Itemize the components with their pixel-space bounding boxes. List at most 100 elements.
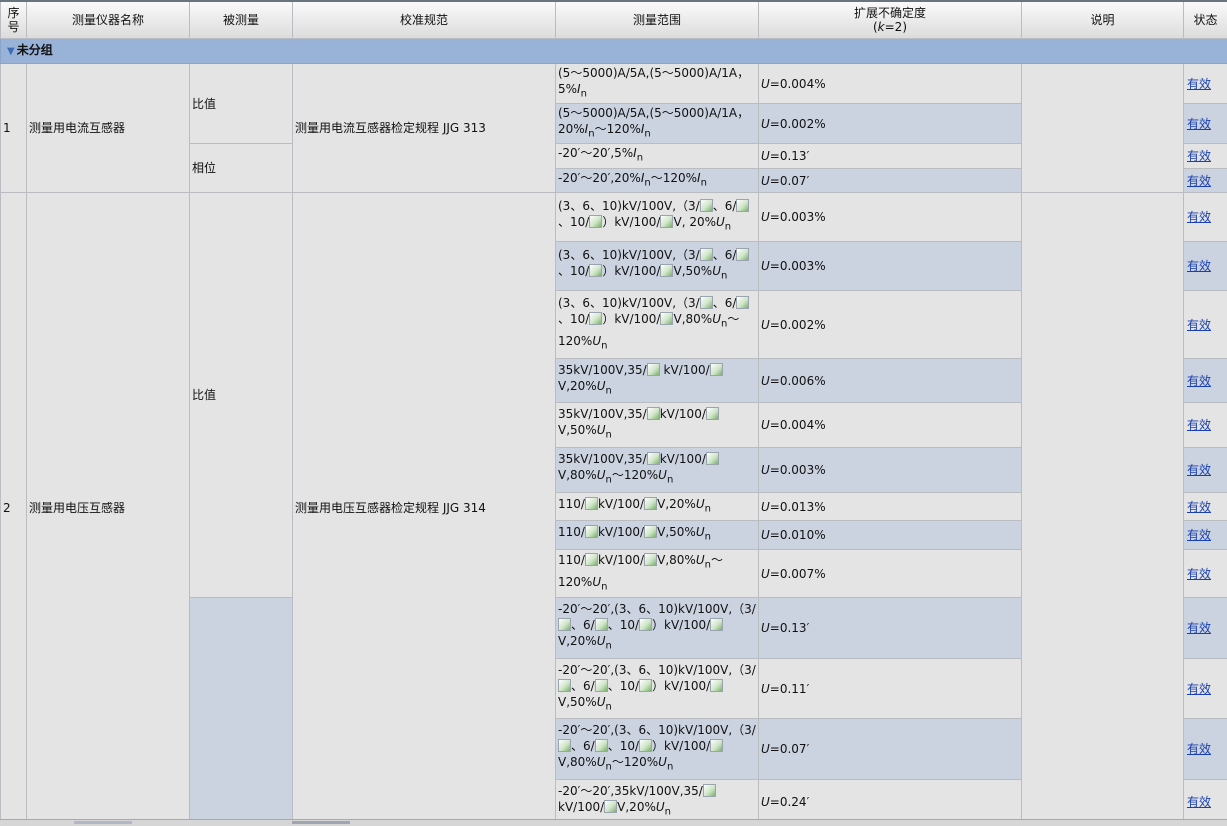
status-link[interactable]: 有效: [1187, 210, 1211, 224]
note-cell: [1022, 64, 1184, 193]
broken-image-icon: [644, 553, 657, 566]
header-measurand[interactable]: 被测量: [190, 1, 293, 39]
broken-image-icon: [700, 199, 713, 212]
broken-image-icon: [585, 525, 598, 538]
status-link[interactable]: 有效: [1187, 318, 1211, 332]
group-cell[interactable]: ▼未分组: [1, 39, 1227, 64]
range-cell: -20′～20′,20%In～120%In: [556, 169, 759, 193]
status-link[interactable]: 有效: [1187, 77, 1211, 91]
uncertainty-cell: U=0.11′: [759, 659, 1022, 719]
broken-image-icon: [585, 553, 598, 566]
status-link[interactable]: 有效: [1187, 174, 1211, 188]
broken-image-icon: [639, 679, 652, 692]
broken-image-icon: [647, 407, 660, 420]
broken-image-icon: [703, 784, 716, 797]
broken-image-icon: [700, 248, 713, 261]
status-cell: 有效: [1184, 521, 1227, 550]
header-note[interactable]: 说明: [1022, 1, 1184, 39]
status-link[interactable]: 有效: [1187, 621, 1211, 635]
broken-image-icon: [660, 264, 673, 277]
range-cell: -20′～20′,(3、6、10)kV/100V,（3/、6/、10/）kV/1…: [556, 659, 759, 719]
broken-image-icon: [736, 199, 749, 212]
status-link[interactable]: 有效: [1187, 374, 1211, 388]
broken-image-icon: [639, 618, 652, 631]
status-link[interactable]: 有效: [1187, 149, 1211, 163]
broken-image-icon: [647, 452, 660, 465]
header-index[interactable]: 序号: [1, 1, 27, 39]
uncertainty-cell: U=0.003%: [759, 448, 1022, 493]
scrollbar-thumb[interactable]: [292, 821, 350, 824]
broken-image-icon: [736, 248, 749, 261]
range-cell: -20′～20′,(3、6、10)kV/100V,（3/、6/、10/）kV/1…: [556, 719, 759, 780]
range-cell: -20′～20′,(3、6、10)kV/100V,（3/、6/、10/）kV/1…: [556, 598, 759, 659]
broken-image-icon: [706, 452, 719, 465]
header-uncertainty-sub: (k=2): [873, 20, 907, 34]
status-cell: 有效: [1184, 493, 1227, 521]
range-cell: -20′～20′,5%In: [556, 144, 759, 169]
measurand-ratio: 比值: [190, 193, 293, 598]
broken-image-icon: [706, 407, 719, 420]
status-link[interactable]: 有效: [1187, 418, 1211, 432]
instrument-index: 2: [1, 193, 27, 824]
status-cell: 有效: [1184, 403, 1227, 448]
status-link[interactable]: 有效: [1187, 528, 1211, 542]
broken-image-icon: [700, 296, 713, 309]
header-range[interactable]: 测量范围: [556, 1, 759, 39]
header-status[interactable]: 状态: [1184, 1, 1227, 39]
broken-image-icon: [595, 618, 608, 631]
range-cell: (5～5000)A/5A,(5～5000)A/1A，5%In: [556, 64, 759, 104]
status-cell: 有效: [1184, 64, 1227, 104]
broken-image-icon: [710, 739, 723, 752]
range-cell: (3、6、10)kV/100V,（3/、6/、10/）kV/100/V,80%U…: [556, 291, 759, 359]
status-cell: 有效: [1184, 169, 1227, 193]
uncertainty-cell: U=0.24′: [759, 780, 1022, 824]
status-link[interactable]: 有效: [1187, 117, 1211, 131]
table-row: 1 测量用电流互感器 比值 测量用电流互感器检定规程 JJG 313 (5～50…: [1, 64, 1227, 104]
status-cell: 有效: [1184, 598, 1227, 659]
status-link[interactable]: 有效: [1187, 795, 1211, 809]
broken-image-icon: [710, 679, 723, 692]
triangle-down-icon[interactable]: ▼: [7, 46, 15, 57]
status-cell: 有效: [1184, 144, 1227, 169]
status-link[interactable]: 有效: [1187, 259, 1211, 273]
status-link[interactable]: 有效: [1187, 742, 1211, 756]
uncertainty-cell: U=0.010%: [759, 521, 1022, 550]
uncertainty-cell: U=0.07′: [759, 719, 1022, 780]
broken-image-icon: [595, 679, 608, 692]
broken-image-icon: [647, 363, 660, 376]
measurand-phase: 相位: [190, 144, 293, 193]
header-uncertainty-title: 扩展不确定度: [854, 6, 926, 20]
uncertainty-cell: U=0.007%: [759, 550, 1022, 598]
header-uncertainty[interactable]: 扩展不确定度 (k=2): [759, 1, 1022, 39]
broken-image-icon: [660, 215, 673, 228]
status-cell: 有效: [1184, 659, 1227, 719]
status-link[interactable]: 有效: [1187, 682, 1211, 696]
status-cell: 有效: [1184, 550, 1227, 598]
range-cell: (3、6、10)kV/100V,（3/、6/、10/）kV/100/V,50%U…: [556, 242, 759, 291]
status-cell: 有效: [1184, 242, 1227, 291]
scrollbar-thumb[interactable]: [74, 821, 132, 824]
status-link[interactable]: 有效: [1187, 567, 1211, 581]
instrument-spec: 测量用电压互感器检定规程 JJG 314: [293, 193, 556, 824]
group-row[interactable]: ▼未分组: [1, 39, 1227, 64]
uncertainty-cell: U=0.13′: [759, 598, 1022, 659]
uncertainty-cell: U=0.07′: [759, 169, 1022, 193]
group-label: 未分组: [17, 43, 53, 57]
broken-image-icon: [558, 739, 571, 752]
status-cell: 有效: [1184, 448, 1227, 493]
status-cell: 有效: [1184, 104, 1227, 144]
range-cell: -20′～20′,35kV/100V,35/kV/100/V,20%Un: [556, 780, 759, 824]
uncertainty-cell: U=0.13′: [759, 144, 1022, 169]
broken-image-icon: [644, 525, 657, 538]
uncertainty-cell: U=0.003%: [759, 242, 1022, 291]
broken-image-icon: [644, 497, 657, 510]
range-cell: 35kV/100V,35/kV/100/V,80%Un～120%Un: [556, 448, 759, 493]
status-link[interactable]: 有效: [1187, 463, 1211, 477]
header-instrument-name[interactable]: 测量仪器名称: [27, 1, 190, 39]
uncertainty-cell: U=0.006%: [759, 359, 1022, 403]
status-link[interactable]: 有效: [1187, 500, 1211, 514]
broken-image-icon: [604, 800, 617, 813]
uncertainty-cell: U=0.004%: [759, 403, 1022, 448]
header-spec[interactable]: 校准规范: [293, 1, 556, 39]
status-cell: 有效: [1184, 193, 1227, 242]
